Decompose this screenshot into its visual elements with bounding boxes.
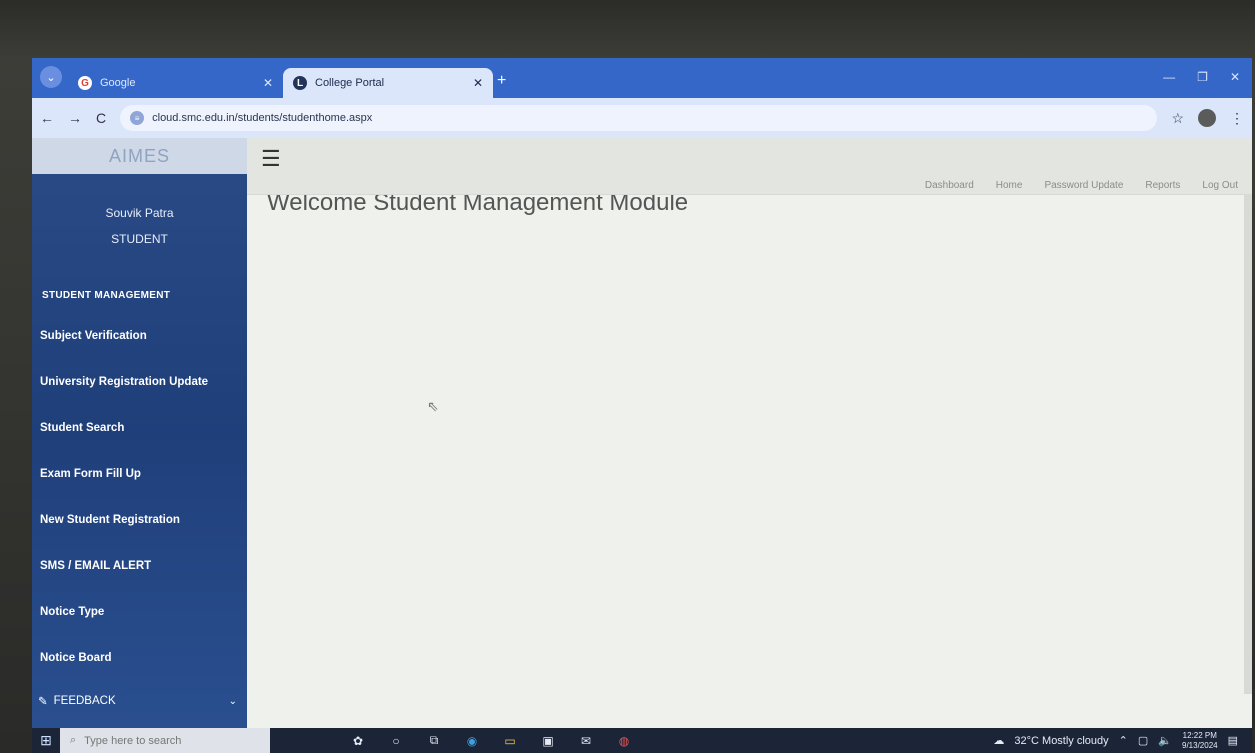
weather-icon[interactable]: ☁	[993, 734, 1004, 747]
clock[interactable]: 12:22 PM 9/13/2024	[1182, 731, 1218, 751]
nav-link-home[interactable]: Home	[996, 180, 1023, 191]
profile-avatar[interactable]	[1198, 109, 1216, 127]
top-navbar: ☰ Dashboard Home Password Update Reports…	[247, 138, 1252, 195]
chevron-up-icon[interactable]: ⌃	[1119, 734, 1128, 747]
sidebar-item-new-student-registration[interactable]: New Student Registration	[32, 497, 247, 543]
taskbar-apps: ✿ ○ ⧉ ◉ ▭ ▣ ✉ ◍	[350, 733, 632, 749]
portal-icon: L	[293, 76, 307, 90]
chrome-icon[interactable]: ◍	[616, 733, 632, 749]
section-title: STUDENT MANAGEMENT	[42, 290, 171, 301]
sidebar-item-label: Notice Board	[40, 652, 112, 664]
windows-start-icon[interactable]: ⊞	[32, 732, 60, 749]
sidebar-menu: Subject Verification University Registra…	[32, 313, 247, 681]
logo-text: AIMES	[108, 145, 170, 166]
tab-search-icon[interactable]: ⌄	[40, 66, 62, 88]
close-tab-icon[interactable]: ✕	[473, 76, 483, 90]
kebab-menu-icon[interactable]: ⋮	[1230, 110, 1244, 127]
address-bar-actions: ☆ ⋮	[1171, 109, 1244, 127]
address-bar: ← → C ≡ cloud.smc.edu.in/students/studen…	[32, 98, 1252, 138]
file-explorer-icon[interactable]: ▭	[502, 733, 518, 749]
sidebar-item-sms-email-alert[interactable]: SMS / EMAIL ALERT	[32, 543, 247, 589]
new-tab-icon[interactable]: +	[497, 72, 506, 90]
weather-text[interactable]: 32°C Mostly cloudy	[1014, 735, 1108, 747]
sidebar-item-exam-form-fill-up[interactable]: Exam Form Fill Up	[32, 451, 247, 497]
taskbar-search[interactable]: ⌕ Type here to search	[60, 728, 270, 753]
mail-icon[interactable]: ✉	[578, 733, 594, 749]
user-name: Souvik Patra	[105, 206, 174, 220]
sidebar-item-subject-verification[interactable]: Subject Verification	[32, 313, 247, 359]
hamburger-menu-icon[interactable]: ☰	[261, 146, 281, 172]
chevron-down-icon: ⌄	[228, 695, 237, 707]
reload-icon[interactable]: C	[96, 110, 106, 126]
main-content: ☰ Dashboard Home Password Update Reports…	[247, 138, 1252, 728]
mouse-cursor-icon: ⇖	[427, 398, 439, 414]
notification-icon[interactable]: ▤	[1228, 734, 1238, 747]
google-icon: G	[78, 76, 92, 90]
tab-label: Google	[100, 77, 136, 89]
clock-time: 12:22 PM	[1182, 730, 1217, 740]
logo: AIMES	[32, 138, 247, 174]
tab-google[interactable]: G Google ✕	[68, 68, 283, 98]
clock-date: 9/13/2024	[1182, 740, 1218, 750]
nav-link-log-out[interactable]: Log Out	[1202, 180, 1238, 191]
forward-icon[interactable]: →	[68, 110, 82, 126]
scrollbar[interactable]	[1244, 194, 1252, 694]
tab-college-portal[interactable]: L College Portal ✕	[283, 68, 493, 98]
edit-icon: ✎	[38, 696, 48, 708]
sidebar-item-label: Notice Type	[40, 606, 105, 618]
window-controls: — ❐ ✕	[1163, 70, 1252, 98]
bookmark-star-icon[interactable]: ☆	[1171, 110, 1184, 127]
site-info-icon[interactable]: ≡	[130, 111, 145, 125]
user-role: STUDENT	[111, 232, 168, 246]
back-icon[interactable]: ←	[40, 110, 54, 126]
tab-strip: ⌄ G Google ✕ L College Portal ✕ + — ❐ ✕	[32, 58, 1252, 98]
sidebar-item-student-search[interactable]: Student Search	[32, 405, 247, 451]
sidebar: AIMES Souvik Patra STUDENT STUDENT MANAG…	[32, 138, 247, 728]
sidebar-item-label: Subject Verification	[40, 330, 147, 342]
task-view-icon[interactable]: ⧉	[426, 733, 442, 749]
search-icon: ⌕	[70, 734, 77, 746]
url-text: cloud.smc.edu.in/students/studenthome.as…	[152, 112, 373, 124]
edge-icon[interactable]: ◉	[464, 733, 480, 749]
close-window-icon[interactable]: ✕	[1230, 70, 1240, 84]
tab-label: College Portal	[315, 77, 385, 89]
restore-icon[interactable]: ❐	[1197, 70, 1208, 84]
nav-link-password-update[interactable]: Password Update	[1044, 180, 1123, 191]
screen: ⌄ G Google ✕ L College Portal ✕ + — ❐ ✕ …	[32, 58, 1252, 753]
sidebar-item-label: SMS / EMAIL ALERT	[40, 560, 152, 572]
sidebar-item-university-registration-update[interactable]: University Registration Update	[32, 359, 247, 405]
feedback-label: FEEDBACK	[53, 695, 116, 707]
sidebar-item-label: Student Search	[40, 422, 125, 434]
speaker-icon[interactable]: 🔈	[1158, 734, 1172, 747]
sidebar-item-notice-type[interactable]: Notice Type	[32, 589, 247, 635]
sidebar-item-label: Exam Form Fill Up	[40, 468, 141, 480]
minimize-icon[interactable]: —	[1163, 70, 1175, 84]
sidebar-item-feedback[interactable]: ✎ FEEDBACK ⌄	[32, 681, 247, 721]
nav-link-dashboard[interactable]: Dashboard	[925, 180, 974, 191]
sidebar-item-label: New Student Registration	[40, 514, 180, 526]
sidebar-item-label: University Registration Update	[40, 376, 209, 388]
store-icon[interactable]: ▣	[540, 733, 556, 749]
sidebar-item-notice-board[interactable]: Notice Board	[32, 635, 247, 681]
network-icon[interactable]: ▢	[1138, 734, 1148, 747]
widget-icon[interactable]: ✿	[350, 733, 366, 749]
system-tray: ☁ 32°C Mostly cloudy ⌃ ▢ 🔈 12:22 PM 9/13…	[993, 731, 1252, 751]
url-field[interactable]: ≡ cloud.smc.edu.in/students/studenthome.…	[120, 105, 1158, 131]
nav-link-reports[interactable]: Reports	[1145, 180, 1180, 191]
nav-links: Dashboard Home Password Update Reports L…	[925, 180, 1238, 191]
taskbar: ⊞ ⌕ Type here to search ✿ ○ ⧉ ◉ ▭ ▣ ✉ ◍ …	[32, 728, 1252, 753]
close-tab-icon[interactable]: ✕	[263, 76, 273, 90]
cortana-icon[interactable]: ○	[388, 733, 404, 749]
search-placeholder: Type here to search	[84, 734, 182, 747]
